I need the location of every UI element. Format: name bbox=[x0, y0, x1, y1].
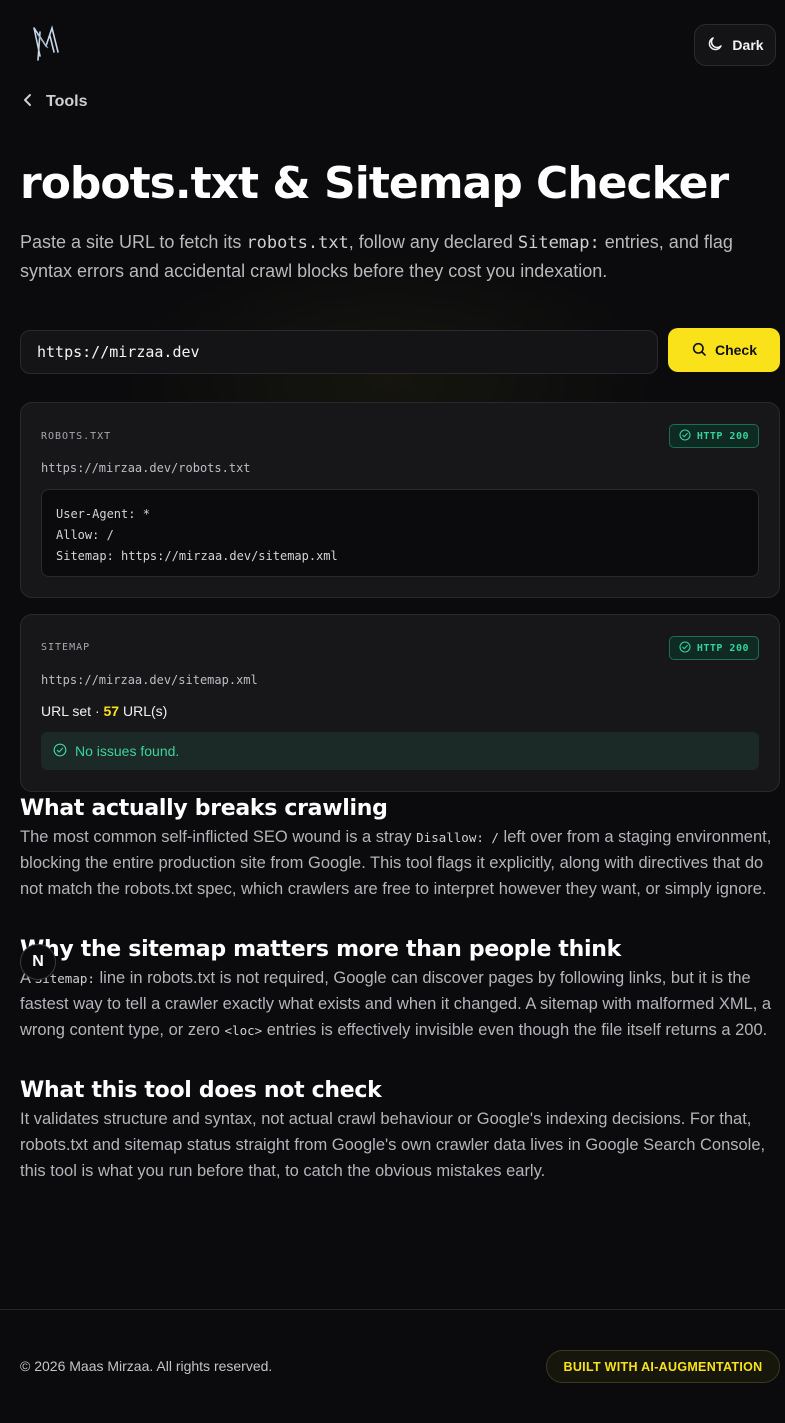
no-issues-message: No issues found. bbox=[41, 732, 759, 770]
url-count: 57 bbox=[103, 703, 120, 719]
status-badge: HTTP 200 bbox=[668, 636, 759, 660]
check-circle-icon bbox=[679, 640, 691, 656]
sitemap-card: SITEMAP HTTP 200 https://mirzaa.dev/site… bbox=[20, 614, 780, 792]
check-button-label: Check bbox=[714, 342, 758, 358]
inline-code: <loc> bbox=[224, 1022, 263, 1038]
footer-copyright: © 2026 Maas Mirzaa. All rights reserved. bbox=[20, 1358, 273, 1374]
site-url-input[interactable] bbox=[20, 330, 658, 374]
nextjs-dev-badge[interactable]: N bbox=[20, 944, 56, 980]
built-with-badge[interactable]: BUILT WITH AI-AUGMENTATION bbox=[546, 1350, 780, 1383]
section-breaks-crawling: What actually breaks crawling The most c… bbox=[20, 796, 780, 902]
intro-code-robots: robots.txt bbox=[246, 233, 349, 253]
search-icon bbox=[691, 341, 707, 360]
status-badge: HTTP 200 bbox=[668, 424, 759, 448]
section-heading: Why the sitemap matters more than people… bbox=[20, 937, 621, 962]
page-intro: Paste a site URL to fetch its robots.txt… bbox=[20, 228, 780, 285]
body-text: The most common self-inflicted SEO wound… bbox=[20, 828, 417, 846]
sitemap-summary: URL set · 57 URL(s) bbox=[41, 703, 167, 719]
sitemap-url: https://mirzaa.dev/sitemap.xml bbox=[41, 673, 258, 687]
inline-code: Disallow: / bbox=[416, 830, 499, 845]
back-to-tools-link[interactable]: Tools bbox=[22, 90, 87, 114]
page-title: robots.txt & Sitemap Checker bbox=[20, 158, 729, 209]
section-does-not-check: What this tool does not check It validat… bbox=[20, 1078, 780, 1184]
sitemap-card-label: SITEMAP bbox=[41, 642, 91, 653]
section-heading: What actually breaks crawling bbox=[20, 796, 388, 821]
section-body: It validates structure and syntax, not a… bbox=[20, 1110, 766, 1180]
status-text: HTTP 200 bbox=[696, 430, 749, 442]
logo-icon[interactable] bbox=[28, 22, 64, 62]
robots-line: User-Agent: * bbox=[56, 507, 150, 521]
robots-line: Allow: / bbox=[56, 528, 114, 542]
robots-line: Sitemap: https://mirzaa.dev/sitemap.xml bbox=[56, 549, 338, 563]
body-text: entries is effectively invisible even th… bbox=[262, 1020, 768, 1039]
footer-divider bbox=[0, 1309, 785, 1310]
intro-code-sitemap: Sitemap: bbox=[517, 233, 600, 253]
moon-icon bbox=[706, 35, 724, 56]
robots-card: ROBOTS.TXT HTTP 200 https://mirzaa.dev/r… bbox=[20, 402, 780, 598]
back-label: Tools bbox=[46, 93, 88, 110]
section-sitemap-matters: Why the sitemap matters more than people… bbox=[20, 937, 780, 1043]
intro-text: , follow any declared bbox=[348, 232, 518, 252]
url-count-suffix: URL(s) bbox=[119, 703, 168, 719]
theme-toggle-label: Dark bbox=[732, 37, 764, 53]
robots-content: User-Agent: * Allow: / Sitemap: https://… bbox=[41, 489, 759, 577]
check-circle-icon bbox=[53, 743, 67, 760]
robots-card-label: ROBOTS.TXT bbox=[41, 431, 112, 442]
section-body: A Sitemap: line in robots.txt is not req… bbox=[20, 966, 780, 1043]
robots-url: https://mirzaa.dev/robots.txt bbox=[41, 461, 251, 475]
theme-toggle-button[interactable]: Dark bbox=[694, 24, 776, 66]
section-heading: What this tool does not check bbox=[20, 1078, 382, 1103]
sitemap-type: URL set · bbox=[41, 703, 104, 719]
status-text: HTTP 200 bbox=[696, 642, 749, 654]
section-body: The most common self-inflicted SEO wound… bbox=[20, 825, 780, 902]
no-issues-text: No issues found. bbox=[75, 743, 180, 759]
check-button[interactable]: Check bbox=[668, 328, 780, 372]
check-circle-icon bbox=[679, 428, 691, 444]
intro-text: Paste a site URL to fetch its bbox=[20, 232, 247, 252]
chevron-left-icon bbox=[22, 93, 34, 112]
